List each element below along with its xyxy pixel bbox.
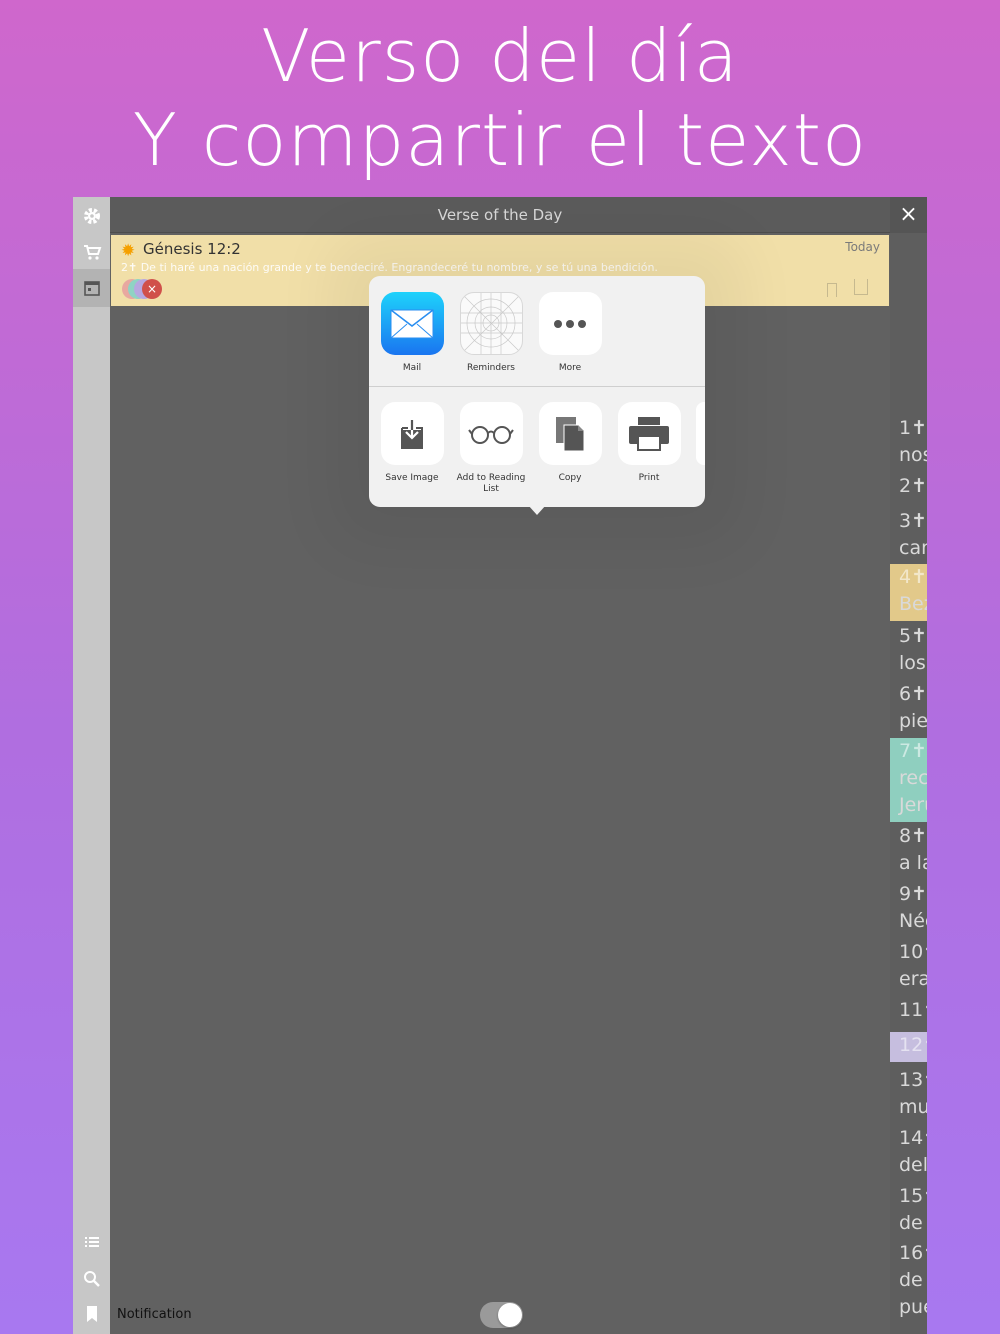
- verse-list-strip: × 1✝ L nos 2✝ 3✝ can 4✝ Bez 5✝ los 6✝ pies 7✝ rec Jer…: [890, 197, 927, 1334]
- printer-icon: [617, 402, 681, 465]
- verse-line: los: [899, 652, 926, 674]
- share-app-reminders[interactable]: Reminders: [452, 292, 530, 374]
- more-icon: [538, 292, 602, 355]
- verse-row[interactable]: 12✝: [890, 1032, 927, 1062]
- verse-line: 16✝: [899, 1242, 927, 1264]
- verse-line: 13✝: [899, 1069, 927, 1091]
- calendar-icon[interactable]: [82, 278, 102, 298]
- verse-line: pue: [899, 1296, 927, 1318]
- bookmark-icon[interactable]: [82, 1304, 102, 1324]
- verse-row[interactable]: 10✝ era: [890, 939, 927, 996]
- left-sidebar: [73, 197, 110, 1334]
- action-label: Print: [638, 473, 660, 483]
- share-app-label: More: [558, 363, 582, 373]
- copy-icon: [538, 402, 602, 465]
- verse-text: 2✝ De ti haré una nación grande y te ben…: [121, 261, 658, 274]
- verse-line: Jeru: [899, 794, 927, 816]
- sun-icon: ✹: [121, 241, 136, 261]
- remove-highlight-icon[interactable]: ×: [142, 279, 162, 299]
- action-label: Copy: [558, 473, 582, 483]
- share-app-label: Mail: [402, 363, 422, 373]
- window-title: Verse of the Day: [110, 197, 890, 233]
- verse-line: mu: [899, 1096, 927, 1118]
- share-sheet: Mail Reminders More Save Image Add to Re…: [369, 276, 705, 515]
- action-print[interactable]: Print: [610, 402, 688, 484]
- glasses-icon: [459, 402, 523, 465]
- next-action-tile[interactable]: [696, 402, 705, 465]
- verse-row[interactable]: 14✝ del: [890, 1125, 927, 1182]
- save-image-icon: [380, 402, 444, 465]
- verse-line: 10✝: [899, 941, 927, 963]
- verse-row[interactable]: 11✝: [890, 997, 927, 1027]
- verse-row[interactable]: 15✝ de a: [890, 1183, 927, 1240]
- verse-line: 4✝: [899, 566, 927, 588]
- share-app-mail[interactable]: Mail: [373, 292, 451, 374]
- cart-icon[interactable]: [82, 242, 102, 262]
- verse-row[interactable]: 1✝ L nos: [890, 415, 927, 472]
- verse-line: a la: [899, 852, 927, 874]
- verse-line: 8✝: [899, 825, 927, 847]
- verse-line: Nég: [899, 910, 927, 932]
- verse-line: 14✝: [899, 1127, 927, 1149]
- verse-row[interactable]: 3✝ can: [890, 508, 927, 565]
- verse-line: 11✝: [899, 999, 927, 1021]
- verse-line: rec: [899, 767, 927, 789]
- verse-line: Bez: [899, 593, 927, 615]
- action-label: Save Image: [385, 473, 439, 483]
- app-window: Verse of the Day ✹ Génesis 12:2 Today 2✝…: [73, 197, 927, 1334]
- reminders-icon: [459, 292, 523, 355]
- verse-line: 6✝: [899, 683, 927, 705]
- verse-line: de l: [899, 1269, 927, 1291]
- gear-icon[interactable]: [82, 206, 102, 226]
- notification-toggle[interactable]: [480, 1302, 523, 1328]
- verse-line: nos: [899, 444, 927, 466]
- verse-line: 1✝ L: [899, 417, 927, 439]
- verse-row[interactable]: 6✝ pies: [890, 681, 927, 738]
- action-save-image[interactable]: Save Image: [373, 402, 451, 484]
- action-copy[interactable]: Copy: [531, 402, 609, 484]
- promo-headline: Verso del día Y compartir el texto: [0, 14, 1000, 182]
- popover-arrow: [528, 505, 546, 515]
- list-icon[interactable]: [82, 1232, 102, 1252]
- close-icon[interactable]: ×: [890, 197, 927, 233]
- verse-line: pies: [899, 710, 927, 732]
- notification-label: Notification: [117, 1307, 192, 1322]
- verse-row[interactable]: 5✝ los: [890, 623, 927, 680]
- verse-reference: Génesis 12:2: [143, 240, 241, 258]
- search-icon[interactable]: [82, 1269, 102, 1289]
- verse-line: 5✝: [899, 625, 927, 647]
- action-label: Add to Reading List: [456, 473, 526, 494]
- highlight-color-picker[interactable]: ×: [122, 279, 166, 299]
- verse-line: 2✝: [899, 475, 927, 497]
- verse-line: era: [899, 968, 927, 990]
- date-label: Today: [845, 240, 880, 254]
- verse-line: 7✝: [899, 740, 927, 762]
- verse-row[interactable]: 13✝ mu: [890, 1067, 927, 1124]
- verse-row[interactable]: 4✝ Bez: [890, 564, 927, 621]
- bookmark-verse-icon[interactable]: [827, 283, 837, 297]
- action-add-to-reading-list[interactable]: Add to Reading List: [452, 402, 530, 495]
- verse-row[interactable]: 7✝ rec Jeru: [890, 738, 927, 822]
- share-sheet-divider: [369, 386, 705, 387]
- verse-line: de a: [899, 1212, 927, 1234]
- share-app-more[interactable]: More: [531, 292, 609, 374]
- verse-row[interactable]: 8✝ a la: [890, 823, 927, 880]
- verse-line: 3✝: [899, 510, 927, 532]
- verse-row[interactable]: 2✝: [890, 473, 927, 503]
- verse-line: can: [899, 537, 927, 559]
- verse-row[interactable]: 16✝ de l pue: [890, 1240, 927, 1324]
- verse-line: 15✝: [899, 1185, 927, 1207]
- toggle-knob: [498, 1303, 522, 1327]
- verse-line: 12✝: [899, 1034, 927, 1056]
- verse-line: 9✝: [899, 883, 927, 905]
- verse-row[interactable]: 9✝ Nég: [890, 881, 927, 938]
- headline-line-2: Y compartir el texto: [132, 98, 868, 182]
- headline-line-1: Verso del día: [261, 14, 739, 98]
- verse-line: del: [899, 1154, 927, 1176]
- share-icon[interactable]: [854, 279, 868, 295]
- mail-icon: [380, 292, 444, 355]
- share-app-label: Reminders: [467, 363, 515, 373]
